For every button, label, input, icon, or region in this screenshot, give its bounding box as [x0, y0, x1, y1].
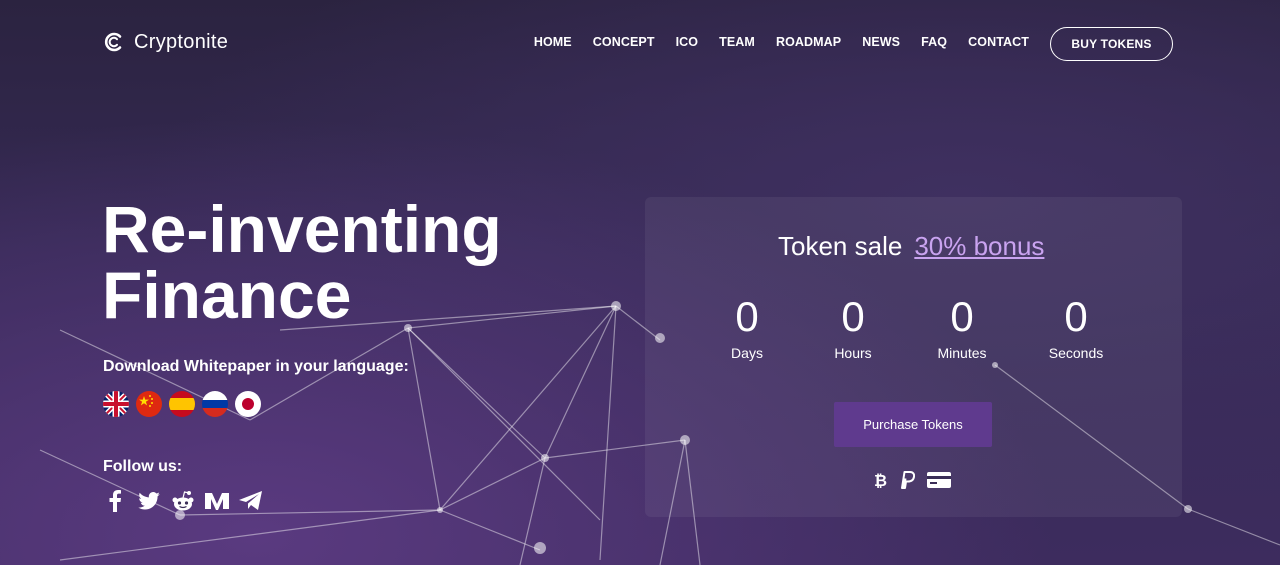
- spain-flag-icon[interactable]: [169, 391, 195, 417]
- countdown-minutes-value: 0: [950, 293, 974, 340]
- social-links: [103, 489, 263, 513]
- twitter-icon[interactable]: [137, 489, 161, 513]
- nav-contact[interactable]: CONTACT: [968, 35, 1029, 49]
- nav-home[interactable]: HOME: [534, 35, 572, 49]
- follow-label: Follow us:: [103, 458, 183, 475]
- purchase-tokens-button[interactable]: Purchase Tokens: [834, 402, 992, 447]
- paypal-icon: [899, 471, 915, 489]
- russia-flag-icon[interactable]: [202, 391, 228, 417]
- countdown-days-value: 0: [735, 293, 759, 340]
- countdown-days: 0 Days: [702, 293, 792, 361]
- token-sale-panel: Token sale 30% bonus 0 Days 0 Hours 0 Mi…: [645, 197, 1182, 517]
- hero-title-line-1: Re-inventing: [102, 192, 502, 266]
- countdown-seconds-label: Seconds: [1048, 345, 1104, 361]
- china-flag-icon[interactable]: [136, 391, 162, 417]
- site-header: Cryptonite HOME CONCEPT ICO TEAM ROADMAP…: [0, 0, 1280, 86]
- bonus-link[interactable]: 30% bonus: [914, 231, 1044, 262]
- reddit-icon[interactable]: [171, 489, 195, 513]
- uk-flag-icon[interactable]: [103, 391, 129, 417]
- whitepaper-label: Download Whitepaper in your language:: [103, 358, 409, 375]
- logo-c-icon: [104, 32, 122, 52]
- japan-flag-icon[interactable]: [235, 391, 261, 417]
- hero-title-line-2: Finance: [102, 258, 352, 332]
- brand-logo[interactable]: Cryptonite: [102, 30, 228, 54]
- nav-ico[interactable]: ICO: [676, 35, 699, 49]
- language-flags: [103, 391, 261, 417]
- nav-concept[interactable]: CONCEPT: [593, 35, 655, 49]
- credit-card-icon: [927, 471, 951, 489]
- telegram-icon[interactable]: [239, 489, 263, 513]
- nav-news[interactable]: NEWS: [862, 35, 900, 49]
- countdown-hours-value: 0: [841, 293, 865, 340]
- nav-roadmap[interactable]: ROADMAP: [776, 35, 841, 49]
- countdown-seconds: 0 Seconds: [1031, 293, 1121, 361]
- main-nav: HOME CONCEPT ICO TEAM ROADMAP NEWS FAQ C…: [513, 35, 1029, 49]
- medium-icon[interactable]: [205, 489, 229, 513]
- countdown-hours: 0 Hours: [808, 293, 898, 361]
- buy-tokens-button[interactable]: BUY TOKENS: [1050, 27, 1173, 61]
- countdown-hours-label: Hours: [834, 345, 872, 361]
- bitcoin-icon: ₿: [873, 471, 887, 489]
- brand-name: Cryptonite: [134, 30, 229, 53]
- token-sale-header: Token sale 30% bonus: [778, 231, 1044, 262]
- token-sale-title: Token sale: [778, 231, 903, 261]
- countdown-minutes-label: Minutes: [937, 345, 987, 361]
- countdown-days-label: Days: [731, 345, 763, 361]
- hero-title: Re-inventing Finance: [102, 196, 502, 328]
- nav-team[interactable]: TEAM: [719, 35, 755, 49]
- payment-methods: ₿: [873, 471, 951, 489]
- svg-text:₿: ₿: [874, 471, 887, 489]
- countdown-seconds-value: 0: [1064, 293, 1088, 340]
- nav-faq[interactable]: FAQ: [921, 35, 947, 49]
- facebook-icon[interactable]: [103, 489, 127, 513]
- countdown-minutes: 0 Minutes: [917, 293, 1007, 361]
